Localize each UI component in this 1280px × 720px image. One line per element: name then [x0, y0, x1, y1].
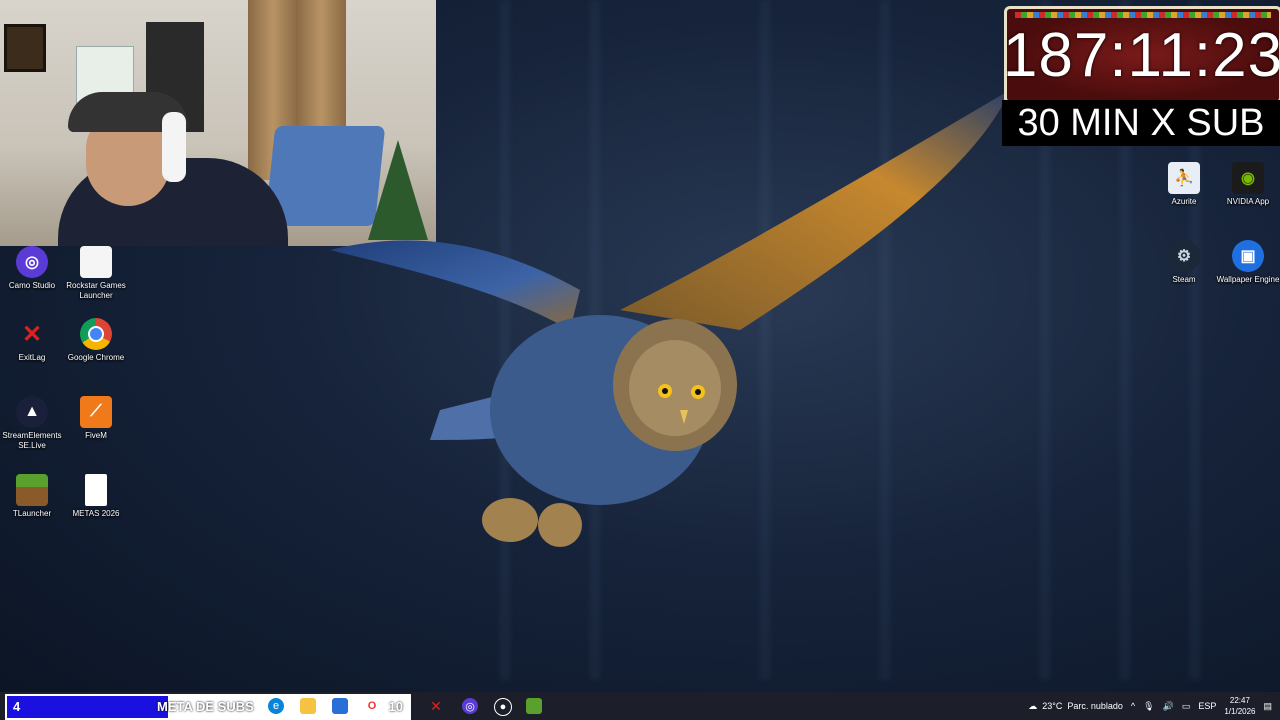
promo-text: 30 MIN X SUB [1017, 101, 1265, 144]
subathon-timer: 187:11:23 [1004, 6, 1280, 104]
network-icon[interactable]: ▭ [1182, 701, 1191, 712]
desktop-icon-metas-2026[interactable]: METAS 2026 [64, 474, 128, 519]
clock-date: 1/1/2026 [1224, 707, 1256, 716]
text-file-icon [85, 474, 107, 506]
camo-taskbar-icon[interactable]: ◎ [462, 698, 478, 714]
taskbar: 4 META DE SUBS 10 e O ✕ ◎ ● ☁ 23°C Parc.… [0, 692, 1280, 720]
owl-right-wing [620, 90, 1010, 330]
temperature: 23°C [1042, 701, 1063, 711]
system-tray: ☁ 23°C Parc. nublado ^ 🎙 🔊 ▭ ESP 22:47 1… [1028, 692, 1272, 720]
desktop-icon-chrome[interactable]: Google Chrome [64, 318, 128, 363]
desktop-icon-nvidia[interactable]: ◉ NVIDIA App [1216, 162, 1280, 207]
desktop-icon-steam[interactable]: ⚙ Steam [1152, 240, 1216, 285]
christmas-lights [1015, 12, 1271, 18]
desktop-icon-tlauncher[interactable]: TLauncher [0, 474, 64, 519]
sub-goal-fill [7, 696, 168, 718]
obs-icon[interactable]: ● [494, 698, 512, 716]
fivem-icon: ⟋ [80, 396, 112, 428]
store-icon[interactable] [332, 698, 348, 714]
file-explorer-icon[interactable] [300, 698, 316, 714]
edge-icon[interactable]: e [268, 698, 284, 714]
nvidia-icon: ◉ [1232, 162, 1264, 194]
tlauncher-taskbar-icon[interactable] [526, 698, 542, 714]
camo-studio-icon: ◎ [16, 246, 48, 278]
desktop-icon-fivem[interactable]: ⟋ FiveM [64, 396, 128, 441]
rockstar-icon [80, 246, 112, 278]
exitlag-icon: ✕ [21, 320, 43, 348]
goal-end-value: 10 [388, 699, 403, 714]
desktop-icon-streamelements[interactable]: ▲ StreamElements SE.Live [0, 396, 64, 451]
weather-text: Parc. nublado [1067, 701, 1123, 711]
owl-facial-disk [629, 340, 721, 436]
volume-icon[interactable]: 🔊 [1163, 701, 1174, 712]
desktop-icon-azurite[interactable]: ⛹ Azurite [1152, 162, 1216, 207]
cloudy-icon: ☁ [1028, 700, 1038, 711]
notifications-icon[interactable]: ▤ [1263, 701, 1272, 712]
chevron-up-icon[interactable]: ^ [1131, 701, 1135, 711]
goal-start-value: 4 [13, 699, 21, 714]
desktop-icon-wallpaper-engine[interactable]: ▣ Wallpaper Engine [1216, 240, 1280, 285]
microphone-icon[interactable]: 🎙 [1143, 701, 1154, 712]
azurite-icon: ⛹ [1168, 162, 1200, 194]
wall-picture [4, 24, 46, 72]
steam-icon: ⚙ [1168, 240, 1200, 272]
sub-goal-bar: 4 META DE SUBS 10 [5, 694, 411, 720]
tlauncher-icon [16, 474, 48, 506]
promo-banner: 30 MIN X SUB [1002, 100, 1280, 146]
streamelements-icon: ▲ [16, 396, 48, 428]
owl-left-wing [330, 240, 580, 330]
goal-title: META DE SUBS [157, 699, 254, 714]
desktop-icon-rockstar[interactable]: Rockstar Games Launcher [64, 246, 128, 301]
timer-value: 187:11:23 [1004, 20, 1280, 90]
clock-time: 22:47 [1229, 696, 1250, 705]
opera-icon[interactable]: O [364, 698, 380, 714]
weather-widget[interactable]: ☁ 23°C Parc. nublado [1028, 701, 1123, 712]
wallpaper-engine-icon: ▣ [1232, 240, 1264, 272]
language-indicator[interactable]: ESP [1198, 701, 1216, 711]
owl-right-foot [538, 503, 582, 547]
desktop-icon-camo-studio[interactable]: ◎ Camo Studio [0, 246, 64, 291]
owl-left-foot [482, 498, 538, 542]
owl-wallpaper [330, 90, 1010, 547]
clock[interactable]: 22:47 1/1/2026 [1224, 695, 1255, 717]
chrome-icon [80, 318, 112, 350]
streamer-headset [162, 112, 186, 182]
desktop-icon-exitlag[interactable]: ✕ ExitLag [0, 318, 64, 363]
exitlag-taskbar-icon[interactable]: ✕ [428, 698, 444, 714]
